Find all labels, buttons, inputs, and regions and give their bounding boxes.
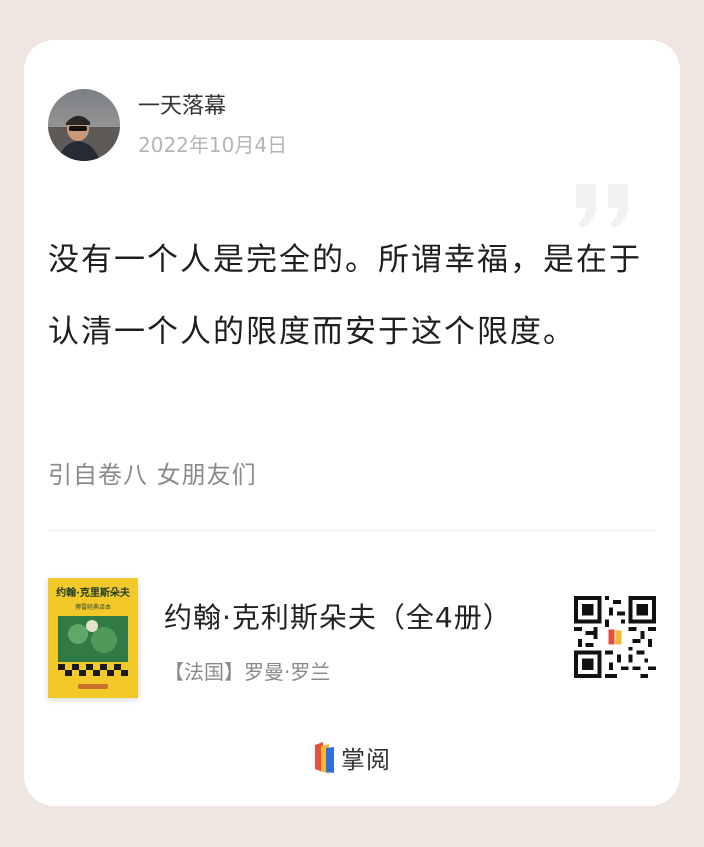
- brand-footer: 掌阅: [24, 740, 680, 775]
- quote-source: 引自卷八 女朋友们: [48, 461, 257, 489]
- brand-name: 掌阅: [341, 746, 391, 774]
- quote-card: 一天落幕 2022年10月4日 没有一个人是完全的。所谓幸福，是在于认清一个人的…: [24, 40, 680, 806]
- cover-title: 约翰·克里斯朵夫: [56, 586, 131, 599]
- cover-subtitle: 傅雷经典译本: [75, 603, 111, 611]
- avatar[interactable]: [48, 89, 120, 161]
- book-cover-art: 约翰·克里斯朵夫 傅雷经典译本: [48, 578, 138, 698]
- divider: [48, 530, 656, 531]
- user-meta: 一天落幕 2022年10月4日: [138, 93, 287, 157]
- avatar-image: [48, 89, 120, 161]
- closing-quote-icon: [576, 184, 628, 228]
- zhangyue-logo-icon: [315, 741, 334, 774]
- book-author: 【法国】罗曼·罗兰: [164, 660, 331, 684]
- book-cover[interactable]: 约翰·克里斯朵夫 傅雷经典译本: [48, 578, 138, 698]
- book-title[interactable]: 约翰·克利斯朵夫（全4册）: [164, 596, 512, 636]
- qr-code-icon[interactable]: [574, 596, 656, 678]
- post-date: 2022年10月4日: [138, 133, 288, 157]
- author-header: 一天落幕 2022年10月4日: [48, 88, 287, 162]
- quote-text[interactable]: 没有一个人是完全的。所谓幸福，是在于认清一个人的限度而安于这个限度。: [48, 224, 648, 368]
- author-name[interactable]: 一天落幕: [138, 93, 287, 121]
